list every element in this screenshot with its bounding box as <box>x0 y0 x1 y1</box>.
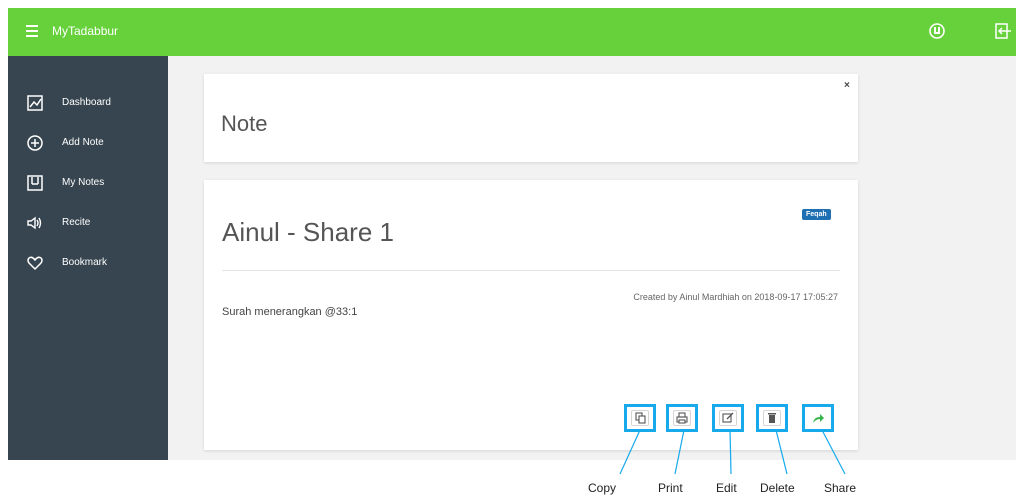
print-icon <box>676 412 688 424</box>
delete-button[interactable] <box>756 404 788 432</box>
sidebar-item-label: Recite <box>62 217 91 228</box>
note-body: Surah menerangkan @33:1 <box>222 306 358 318</box>
sidebar-item-add-note[interactable]: Add Note <box>8 128 168 158</box>
note-header-card: Note × <box>204 74 858 162</box>
notebook-icon <box>27 175 43 191</box>
copy-button[interactable] <box>624 404 656 432</box>
category-badge: Feqah <box>802 209 831 220</box>
sidebar-item-my-notes[interactable]: My Notes <box>8 168 168 198</box>
app-window: MyTadabbur Dashboard Add Note My Notes R… <box>8 8 1016 460</box>
callout-copy: Copy <box>588 481 617 495</box>
note-title: Ainul - Share 1 <box>222 217 394 247</box>
heart-icon <box>27 256 43 271</box>
callout-delete: Delete <box>760 481 795 495</box>
callout-print: Print <box>658 481 683 495</box>
sidebar-item-label: Bookmark <box>62 257 108 268</box>
chart-icon <box>27 95 43 111</box>
plus-circle-icon <box>27 135 43 151</box>
copy-icon <box>635 412 646 424</box>
sidebar-item-label: Add Note <box>62 137 104 148</box>
hamburger-icon[interactable] <box>26 25 38 37</box>
speaker-icon <box>27 216 42 230</box>
page-title: Note <box>221 111 268 136</box>
top-bar: MyTadabbur <box>8 8 1016 56</box>
share-button[interactable] <box>802 404 834 432</box>
edit-button[interactable] <box>712 404 744 432</box>
brand-title[interactable]: MyTadabbur <box>52 24 118 38</box>
note-detail-card: Ainul - Share 1 Feqah Created by Ainul M… <box>204 180 858 450</box>
sidebar: Dashboard Add Note My Notes Recite Bookm… <box>8 56 168 460</box>
divider <box>222 270 840 271</box>
user-icon[interactable] <box>928 22 946 40</box>
logout-icon[interactable] <box>994 22 1012 40</box>
callout-edit: Edit <box>716 481 737 495</box>
print-button[interactable] <box>666 404 698 432</box>
sidebar-item-label: Dashboard <box>62 97 111 108</box>
share-icon <box>813 414 824 423</box>
close-button[interactable]: × <box>844 80 850 91</box>
sidebar-item-bookmark[interactable]: Bookmark <box>8 248 168 278</box>
trash-icon <box>768 413 776 423</box>
sidebar-item-recite[interactable]: Recite <box>8 208 168 238</box>
sidebar-item-dashboard[interactable]: Dashboard <box>8 88 168 118</box>
callout-share: Share <box>824 481 857 495</box>
main-content: Note × Ainul - Share 1 Feqah Created by … <box>168 56 1016 460</box>
edit-icon <box>722 412 734 423</box>
note-meta: Created by Ainul Mardhiah on 2018-09-17 … <box>633 292 838 302</box>
sidebar-item-label: My Notes <box>62 177 105 188</box>
